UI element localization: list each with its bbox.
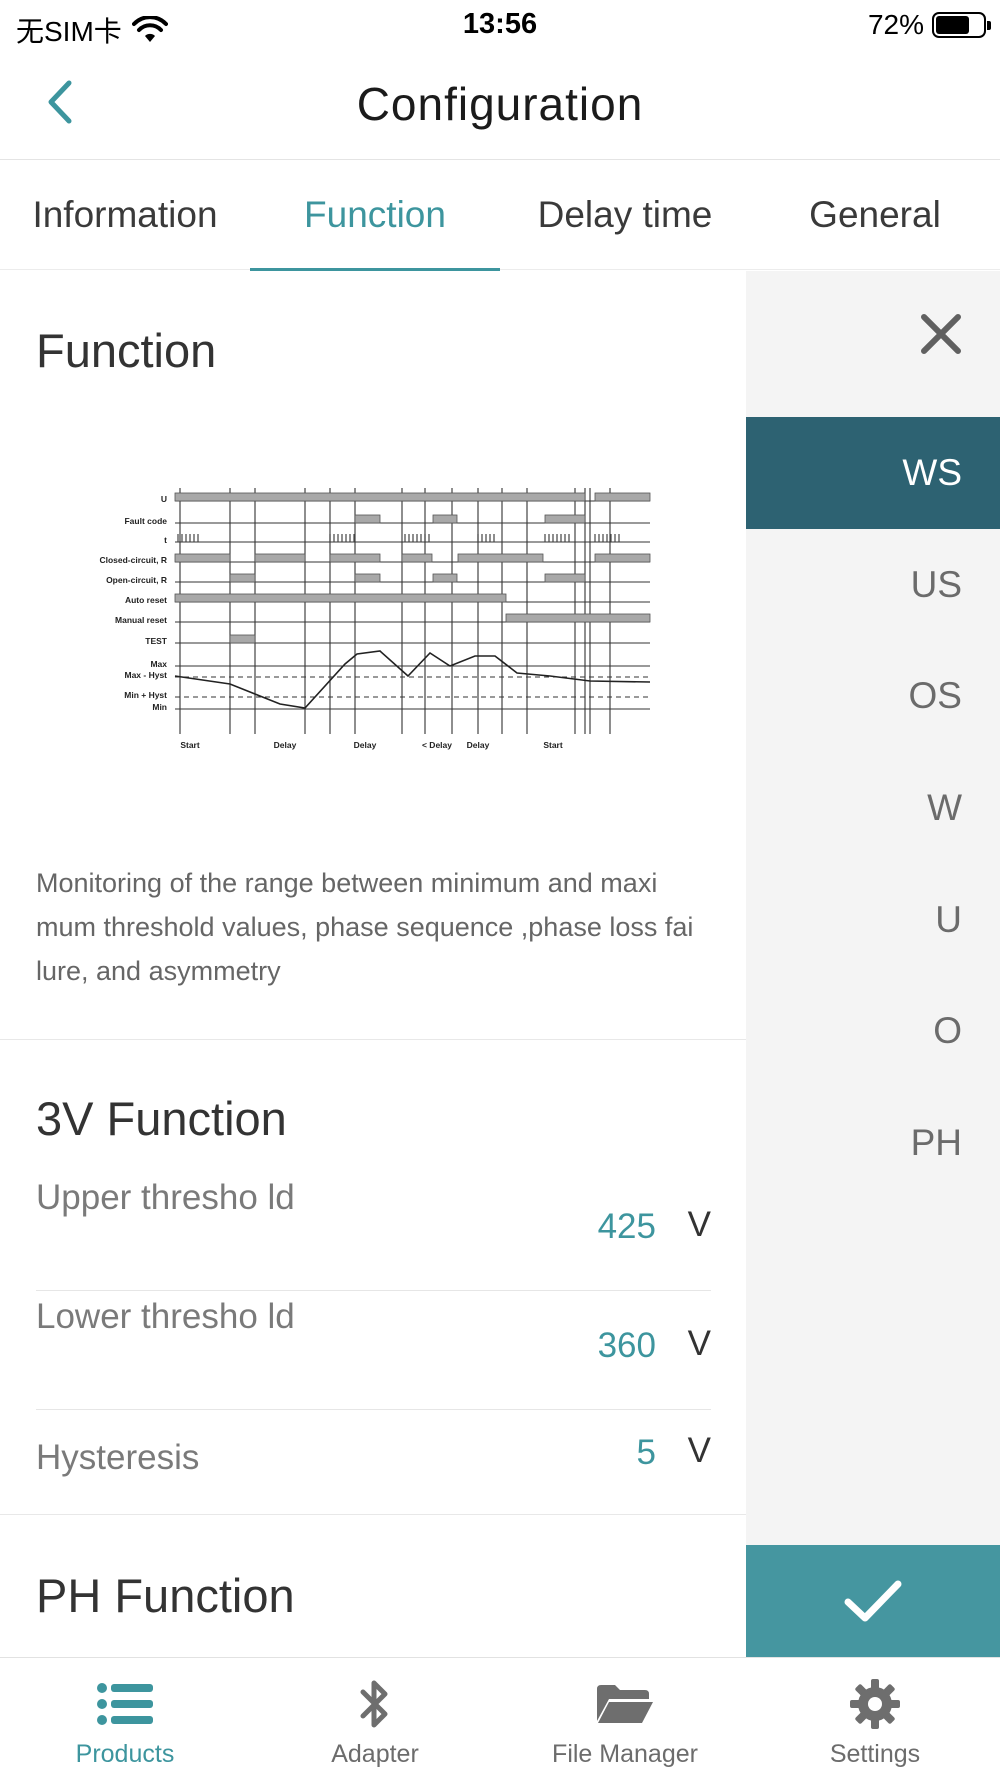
upper-threshold-unit: V: [687, 1205, 711, 1244]
gear-icon: [849, 1676, 901, 1732]
function-description: Monitoring of the range between minimum …: [36, 868, 694, 986]
side-item-u[interactable]: U: [746, 864, 1000, 976]
bottom-tab-settings[interactable]: Settings: [750, 1658, 1000, 1778]
diagram-signal-block: [457, 553, 544, 563]
diagram-signal-block: [432, 573, 458, 583]
diagram-signal-block: [329, 553, 381, 563]
bottom-tab-label: Settings: [829, 1740, 921, 1768]
list-icon: [97, 1676, 153, 1732]
diagram-signal-block: [594, 492, 651, 502]
close-button[interactable]: [916, 309, 966, 359]
hysteresis-label: Hysteresis: [36, 1438, 200, 1477]
diagram-signal-block: [594, 553, 651, 563]
diagram-bottom-label: Start: [180, 740, 200, 750]
diagram-signal-block: [229, 573, 256, 583]
diagram-bottom-label: Delay: [354, 740, 377, 750]
side-item-w[interactable]: W: [746, 752, 1000, 864]
diagram-row-label: Closed-circuit, R: [99, 555, 167, 565]
close-icon: [921, 314, 961, 354]
upper-threshold-label: Upper thresho ld: [36, 1178, 295, 1217]
battery-icon: [932, 12, 991, 38]
diagram-voltage-curve: [174, 650, 651, 709]
diagram-row-label: Open-circuit, R: [106, 575, 167, 585]
diagram-row-label: Max - Hyst: [124, 670, 167, 680]
bottom-tab-label: File Manager: [552, 1740, 698, 1768]
side-item-ph[interactable]: PH: [746, 1087, 1000, 1199]
diagram-row-label: Min + Hyst: [124, 690, 167, 700]
diagram-row-label: Max: [150, 659, 167, 669]
hysteresis-value[interactable]: 5: [637, 1433, 656, 1473]
v3-section-title: 3V Function: [36, 1092, 287, 1145]
tab-information[interactable]: Information: [0, 160, 250, 270]
diagram-signal-block: [544, 514, 586, 524]
section-divider: [0, 1514, 746, 1515]
bluetooth-icon: [357, 1676, 393, 1732]
lower-threshold-row[interactable]: Lower thresho ld 360 V: [36, 1290, 711, 1410]
upper-threshold-row[interactable]: Upper thresho ld 425 V: [36, 1171, 711, 1291]
diagram-row-label: TEST: [145, 636, 168, 646]
lower-threshold-label: Lower thresho ld: [36, 1297, 295, 1336]
diagram-bottom-label: Delay: [274, 740, 297, 750]
diagram-row-label: Auto reset: [125, 595, 167, 605]
diagram-row-label: Min: [152, 702, 167, 712]
tab-delay-time[interactable]: Delay time: [500, 160, 750, 270]
battery-cap: [987, 21, 991, 30]
diagram-bottom-label: Start: [543, 740, 563, 750]
bottom-tab-adapter[interactable]: Adapter: [250, 1658, 500, 1778]
battery-percent: 72%: [867, 9, 924, 40]
side-item-ws[interactable]: WS: [746, 417, 1000, 529]
diagram-signal-block: [432, 514, 458, 524]
function-section-title: Function: [36, 324, 217, 377]
diagram-row-label: Manual reset: [115, 615, 167, 625]
ph-section-title: PH Function: [36, 1569, 295, 1622]
diagram-row-label: U: [161, 494, 167, 504]
diagram-signal-block: [505, 613, 651, 623]
hysteresis-unit: V: [687, 1431, 711, 1470]
side-item-us[interactable]: US: [746, 529, 1000, 641]
folder-icon: [595, 1676, 655, 1732]
bottom-tab-file-manager[interactable]: File Manager: [500, 1658, 750, 1778]
diagram-signal-block: [544, 573, 586, 583]
lower-threshold-value[interactable]: 360: [598, 1326, 656, 1366]
side-item-os[interactable]: OS: [746, 640, 1000, 752]
diagram-bottom-label: < Delay: [422, 740, 452, 750]
diagram-signal-block: [354, 514, 381, 524]
diagram-signal-block: [254, 553, 306, 563]
diagram-signal-block: [354, 573, 381, 583]
confirm-button[interactable]: [746, 1545, 1000, 1657]
function-type-panel: WS US OS W U O PH: [746, 271, 1000, 1657]
bottom-tab-products[interactable]: Products: [0, 1658, 250, 1778]
row-divider: [36, 1409, 711, 1410]
function-timing-diagram: U Fault code t Closed-circuit, R Open-circui…: [99, 488, 651, 750]
status-bar: 无SIM卡 13:56 72%: [0, 0, 1000, 50]
tab-function[interactable]: Function: [250, 160, 500, 271]
page-title: Configuration: [356, 78, 644, 130]
status-time: 13:56: [462, 8, 538, 40]
status-right: 72%: [867, 9, 991, 41]
diagram-row-label: t: [164, 535, 167, 545]
bottom-tab-bar: Products Adapter File Manager Settings: [0, 1657, 1000, 1778]
diagram-signal-block: [174, 593, 507, 603]
lower-threshold-unit: V: [687, 1324, 711, 1363]
hysteresis-row[interactable]: Hysteresis 5 V: [36, 1431, 711, 1511]
diagram-signal-block: [229, 634, 256, 644]
upper-threshold-value[interactable]: 425: [598, 1207, 656, 1247]
side-item-o[interactable]: O: [746, 975, 1000, 1087]
nav-bar: Configuration: [0, 50, 1000, 160]
section-divider: [0, 1039, 746, 1040]
tab-general[interactable]: General: [750, 160, 1000, 270]
diagram-signal-block: [401, 553, 433, 563]
battery-fill: [936, 16, 970, 34]
diagram-row-label: Fault code: [124, 516, 167, 526]
diagram-bottom-label: Delay: [467, 740, 490, 750]
bottom-tab-label: Products: [75, 1740, 175, 1768]
main-content[interactable]: Function U Fault code t Closed-circuit, R Op…: [0, 271, 746, 1657]
tab-bar: Information Function Delay time General: [0, 160, 1000, 271]
diagram-signal-block: [174, 553, 231, 563]
diagram-signal-block: [174, 492, 586, 502]
bottom-tab-label: Adapter: [331, 1740, 419, 1768]
checkmark-icon: [844, 1580, 902, 1622]
